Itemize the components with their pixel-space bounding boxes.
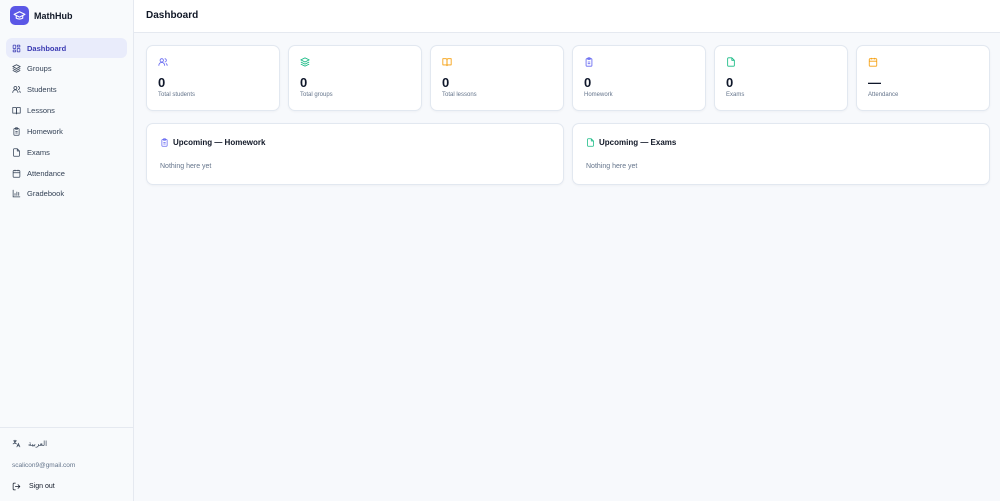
upcoming-homework-panel: Upcoming — Homework Nothing here yet (146, 123, 564, 185)
stats-row: 0 Total students 0 Total groups 0 Total … (146, 45, 990, 111)
brand-name: MathHub (34, 10, 73, 21)
sidebar-item-label: Students (27, 85, 57, 95)
log-out-icon (12, 482, 21, 491)
stat-label: Total students (158, 92, 196, 98)
empty-state-text: Nothing here yet (586, 163, 638, 170)
file-icon (12, 148, 21, 157)
sidebar-item-label: Groups (27, 64, 52, 74)
upcoming-exams-panel: Upcoming — Exams Nothing here yet (572, 123, 990, 185)
sign-out-label: Sign out (29, 483, 55, 490)
stat-label: Attendance (868, 92, 899, 98)
brand[interactable]: MathHub (10, 6, 73, 25)
layers-icon (12, 64, 21, 73)
file-icon (726, 57, 736, 67)
stat-label: Exams (726, 92, 745, 98)
stat-card-students[interactable]: 0 Total students (146, 45, 280, 111)
sidebar-item-gradebook[interactable]: Gradebook (6, 184, 127, 204)
translate-icon (12, 439, 21, 448)
graduation-cap-icon (10, 6, 29, 25)
clipboard-icon (12, 127, 21, 136)
users-icon (158, 57, 168, 67)
book-open-icon (442, 57, 452, 67)
dashboard-icon (12, 44, 21, 53)
sidebar-nav: Dashboard Groups Students Lessons Homewo… (6, 38, 127, 205)
sidebar-item-exams[interactable]: Exams (6, 142, 127, 162)
stat-card-attendance[interactable]: — Attendance (856, 45, 990, 111)
language-switch[interactable]: العربية (12, 439, 47, 448)
stat-card-exams[interactable]: 0 Exams (714, 45, 848, 111)
sidebar-item-label: Dashboard (27, 43, 67, 53)
page-title: Dashboard (146, 10, 199, 21)
stat-label: Total groups (300, 92, 333, 98)
stat-value: 0 (726, 75, 734, 90)
sidebar-item-label: Gradebook (27, 189, 65, 199)
stat-card-homework[interactable]: 0 Homework (572, 45, 706, 111)
language-label: العربية (28, 440, 48, 448)
stat-label: Total lessons (442, 92, 477, 98)
calendar-icon (868, 57, 878, 67)
empty-state-text: Nothing here yet (160, 163, 212, 170)
users-icon (12, 85, 21, 94)
sidebar-item-label: Exams (27, 147, 50, 157)
sidebar-footer: العربية scalicon9@gmail.com Sign out (0, 427, 133, 491)
stat-value: 0 (300, 75, 308, 90)
upcoming-panels: Upcoming — Homework Nothing here yet Upc… (146, 123, 990, 185)
sidebar-item-label: Lessons (27, 106, 55, 116)
stat-value: 0 (442, 75, 450, 90)
sign-out-button[interactable]: Sign out (12, 482, 55, 491)
sidebar-item-label: Attendance (27, 168, 65, 178)
stat-value: — (868, 75, 881, 90)
sidebar: MathHub Dashboard Groups Students Lesson… (0, 0, 134, 501)
stat-card-groups[interactable]: 0 Total groups (288, 45, 422, 111)
calendar-icon (12, 169, 21, 178)
bar-chart-icon (12, 189, 21, 198)
sidebar-item-lessons[interactable]: Lessons (6, 101, 127, 121)
stat-card-lessons[interactable]: 0 Total lessons (430, 45, 564, 111)
sidebar-item-groups[interactable]: Groups (6, 59, 127, 79)
panel-header: Upcoming — Homework (160, 138, 265, 147)
file-icon (586, 138, 595, 147)
clipboard-icon (584, 57, 594, 67)
stat-value: 0 (158, 75, 166, 90)
panel-title: Upcoming — Homework (173, 138, 266, 147)
panel-title: Upcoming — Exams (599, 138, 677, 147)
sidebar-item-students[interactable]: Students (6, 80, 127, 100)
clipboard-icon (160, 138, 169, 147)
book-open-icon (12, 106, 21, 115)
stat-value: 0 (584, 75, 592, 90)
sidebar-item-attendance[interactable]: Attendance (6, 163, 127, 183)
sidebar-item-label: Homework (27, 126, 63, 136)
layers-icon (300, 57, 310, 67)
stat-label: Homework (584, 92, 613, 98)
topbar: Dashboard (134, 0, 1000, 33)
sidebar-item-dashboard[interactable]: Dashboard (6, 38, 127, 58)
user-email: scalicon9@gmail.com (12, 462, 76, 469)
panel-header: Upcoming — Exams (586, 138, 676, 147)
sidebar-item-homework[interactable]: Homework (6, 121, 127, 141)
